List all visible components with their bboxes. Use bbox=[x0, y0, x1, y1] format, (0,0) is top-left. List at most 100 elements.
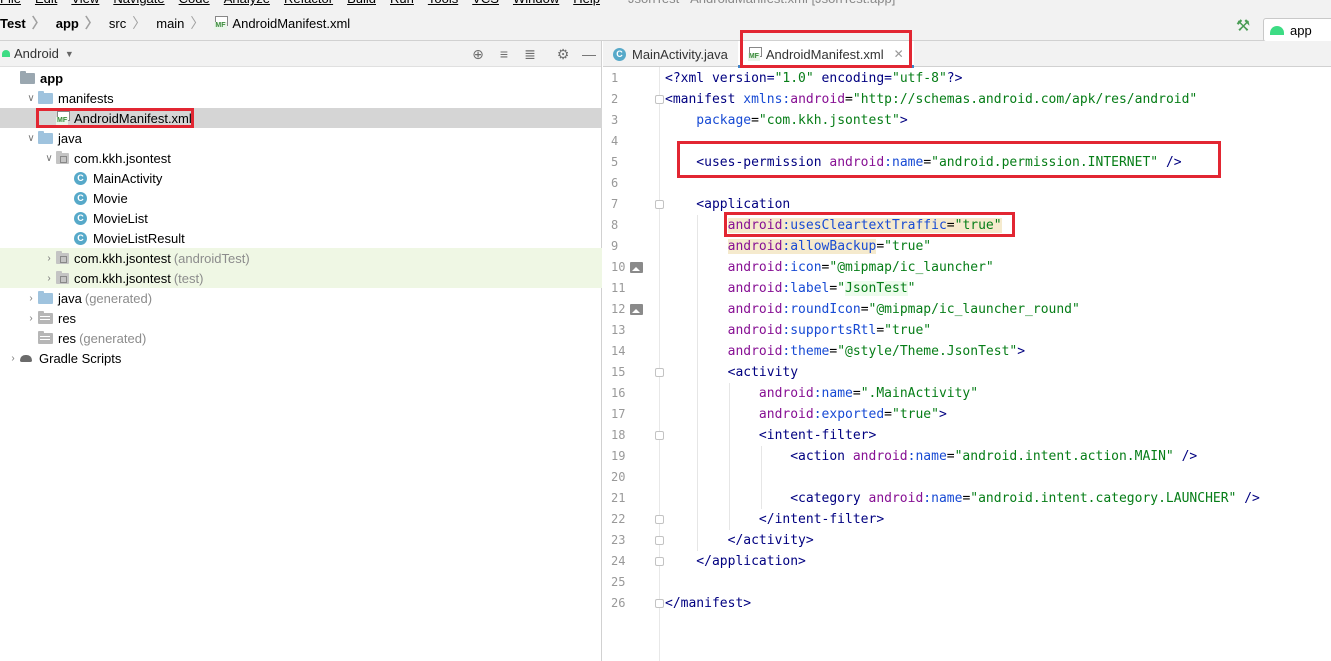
fold-marker-icon[interactable] bbox=[655, 536, 664, 545]
chevron-right-icon[interactable]: › bbox=[42, 253, 56, 264]
image-preview-icon[interactable] bbox=[630, 304, 643, 315]
tree-item[interactable]: ∨ java bbox=[0, 128, 602, 148]
breadcrumb-module[interactable]: app 〉 bbox=[56, 6, 109, 40]
code-token: = bbox=[845, 92, 853, 107]
chevron-down-icon[interactable]: ∨ bbox=[42, 153, 56, 164]
project-tool-window: Android ▼ ⊕ ≡ ≣ ⚙ — app∨manifestsAndroid… bbox=[0, 41, 602, 661]
package-icon bbox=[56, 250, 69, 264]
tree-item[interactable]: C MovieList bbox=[0, 208, 602, 228]
manifest-file-icon bbox=[214, 16, 229, 30]
tree-item[interactable]: ∨ manifests bbox=[0, 88, 602, 108]
tree-item[interactable]: › Gradle Scripts bbox=[0, 348, 602, 368]
tree-item[interactable]: res (generated) bbox=[0, 328, 602, 348]
fold-marker-icon[interactable] bbox=[655, 95, 664, 104]
line-number: 3 bbox=[611, 113, 619, 127]
class-icon: C bbox=[74, 211, 87, 225]
class-icon: C bbox=[74, 231, 87, 245]
indent-guide bbox=[729, 383, 730, 530]
tree-item[interactable]: › com.kkh.jsontest (androidTest) bbox=[0, 248, 602, 268]
fold-marker-icon[interactable] bbox=[655, 368, 664, 377]
code-token: = bbox=[751, 113, 759, 128]
chevron-right-icon[interactable]: › bbox=[24, 293, 38, 304]
tree-item[interactable]: AndroidManifest.xml bbox=[0, 108, 602, 128]
expand-all-icon[interactable]: ≡ bbox=[495, 45, 513, 63]
fold-marker-icon[interactable] bbox=[655, 200, 664, 209]
tree-item[interactable]: ∨ com.kkh.jsontest bbox=[0, 148, 602, 168]
editor: C MainActivity.java AndroidManifest.xml … bbox=[603, 41, 1331, 661]
code-line: <?xml version="1.0" encoding="utf-8"?> bbox=[665, 68, 962, 89]
code-token: android bbox=[665, 323, 783, 338]
code-token: = bbox=[876, 239, 885, 254]
code-token: = bbox=[876, 323, 885, 338]
code-line: android:label="JsonTest" bbox=[665, 278, 915, 299]
locate-icon[interactable]: ⊕ bbox=[469, 45, 487, 63]
code-token: </activity> bbox=[665, 533, 814, 548]
code-token: > bbox=[899, 113, 908, 128]
resource-folder-icon bbox=[38, 330, 53, 344]
code-token: "true" bbox=[954, 218, 1002, 233]
fold-marker-icon[interactable] bbox=[655, 431, 664, 440]
code-token: = bbox=[923, 155, 932, 170]
line-number: 26 bbox=[611, 596, 626, 610]
code-token: ".MainActivity" bbox=[860, 386, 979, 401]
breadcrumb-main-label: main bbox=[156, 15, 185, 31]
tab-label: MainActivity.java bbox=[632, 46, 728, 62]
code-line: </manifest> bbox=[665, 593, 751, 614]
fold-marker-icon[interactable] bbox=[655, 599, 664, 608]
run-configuration-select[interactable]: app bbox=[1263, 18, 1331, 42]
line-number: 16 bbox=[611, 386, 626, 400]
gear-icon[interactable]: ⚙ bbox=[554, 45, 572, 63]
fold-marker-icon[interactable] bbox=[655, 515, 664, 524]
resource-folder-icon bbox=[38, 310, 53, 324]
breadcrumb-file[interactable]: AndroidManifest.xml bbox=[214, 6, 354, 40]
code-token: :allowBackup bbox=[782, 239, 877, 254]
project-view-select[interactable]: Android ▼ bbox=[0, 46, 74, 61]
chevron-right-icon[interactable]: › bbox=[6, 353, 20, 364]
tree-item[interactable]: › java (generated) bbox=[0, 288, 602, 308]
line-number: 8 bbox=[611, 218, 619, 232]
tree-item[interactable]: C Movie bbox=[0, 188, 602, 208]
code-token: <uses-permission bbox=[665, 155, 830, 170]
run-configuration-label: app bbox=[1290, 22, 1312, 38]
tree-item[interactable]: C MainActivity bbox=[0, 168, 602, 188]
tree-item-suffix: (test) bbox=[173, 270, 204, 286]
tab-android-manifest[interactable]: AndroidManifest.xml ✕ bbox=[737, 41, 914, 68]
close-icon[interactable]: ✕ bbox=[894, 47, 904, 61]
tree-item-label: com.kkh.jsontest bbox=[74, 250, 171, 266]
code-token: = bbox=[946, 449, 955, 464]
line-number: 18 bbox=[611, 428, 626, 442]
tree-item[interactable]: app bbox=[0, 68, 602, 88]
breadcrumb-main[interactable]: main 〉 bbox=[156, 6, 214, 40]
line-number: 14 bbox=[611, 344, 626, 358]
chevron-right-icon[interactable]: › bbox=[24, 313, 38, 324]
code-token: :usesCleartextTraffic bbox=[782, 218, 947, 233]
code-line: android:theme="@style/Theme.JsonTest"> bbox=[665, 341, 1025, 362]
hammer-icon[interactable]: ⚒ bbox=[1234, 18, 1252, 36]
code-token: :roundIcon bbox=[782, 302, 861, 317]
breadcrumb-src[interactable]: src 〉 bbox=[109, 6, 156, 40]
tree-item[interactable]: C MovieListResult bbox=[0, 228, 602, 248]
chevron-down-icon[interactable]: ∨ bbox=[24, 93, 38, 104]
chevron-right-icon[interactable]: › bbox=[42, 273, 56, 284]
line-number: 24 bbox=[611, 554, 626, 568]
chevron-down-icon[interactable]: ∨ bbox=[24, 133, 38, 144]
collapse-all-icon[interactable]: ≣ bbox=[521, 45, 539, 63]
tree-item[interactable]: › com.kkh.jsontest (test) bbox=[0, 268, 602, 288]
tree-item[interactable]: › res bbox=[0, 308, 602, 328]
code-token: "true" bbox=[892, 407, 939, 422]
minimize-icon[interactable]: — bbox=[580, 45, 598, 63]
class-icon: C bbox=[613, 47, 626, 61]
editor-gutter: 1 2 3 4 5 6 7 8 9 10 11 12 13 14 15 16 17 18 19 20 21 22 23 24 2… bbox=[603, 67, 664, 661]
tab-main-activity[interactable]: C MainActivity.java bbox=[603, 41, 738, 67]
code-line: android:roundIcon="@mipmap/ic_launcher_r… bbox=[665, 299, 1080, 320]
image-preview-icon[interactable] bbox=[630, 262, 643, 273]
line-number: 19 bbox=[611, 449, 626, 463]
breadcrumb-project[interactable]: Test 〉 bbox=[0, 6, 56, 40]
line-number: 25 bbox=[611, 575, 626, 589]
tree-item-suffix: (generated) bbox=[84, 290, 153, 306]
code-token: = bbox=[860, 302, 869, 317]
fold-marker-icon[interactable] bbox=[655, 557, 664, 566]
code-token: > bbox=[1017, 344, 1026, 359]
code-line: <manifest xmlns:android="http://schemas.… bbox=[665, 89, 1197, 110]
code-token: android bbox=[665, 281, 783, 296]
